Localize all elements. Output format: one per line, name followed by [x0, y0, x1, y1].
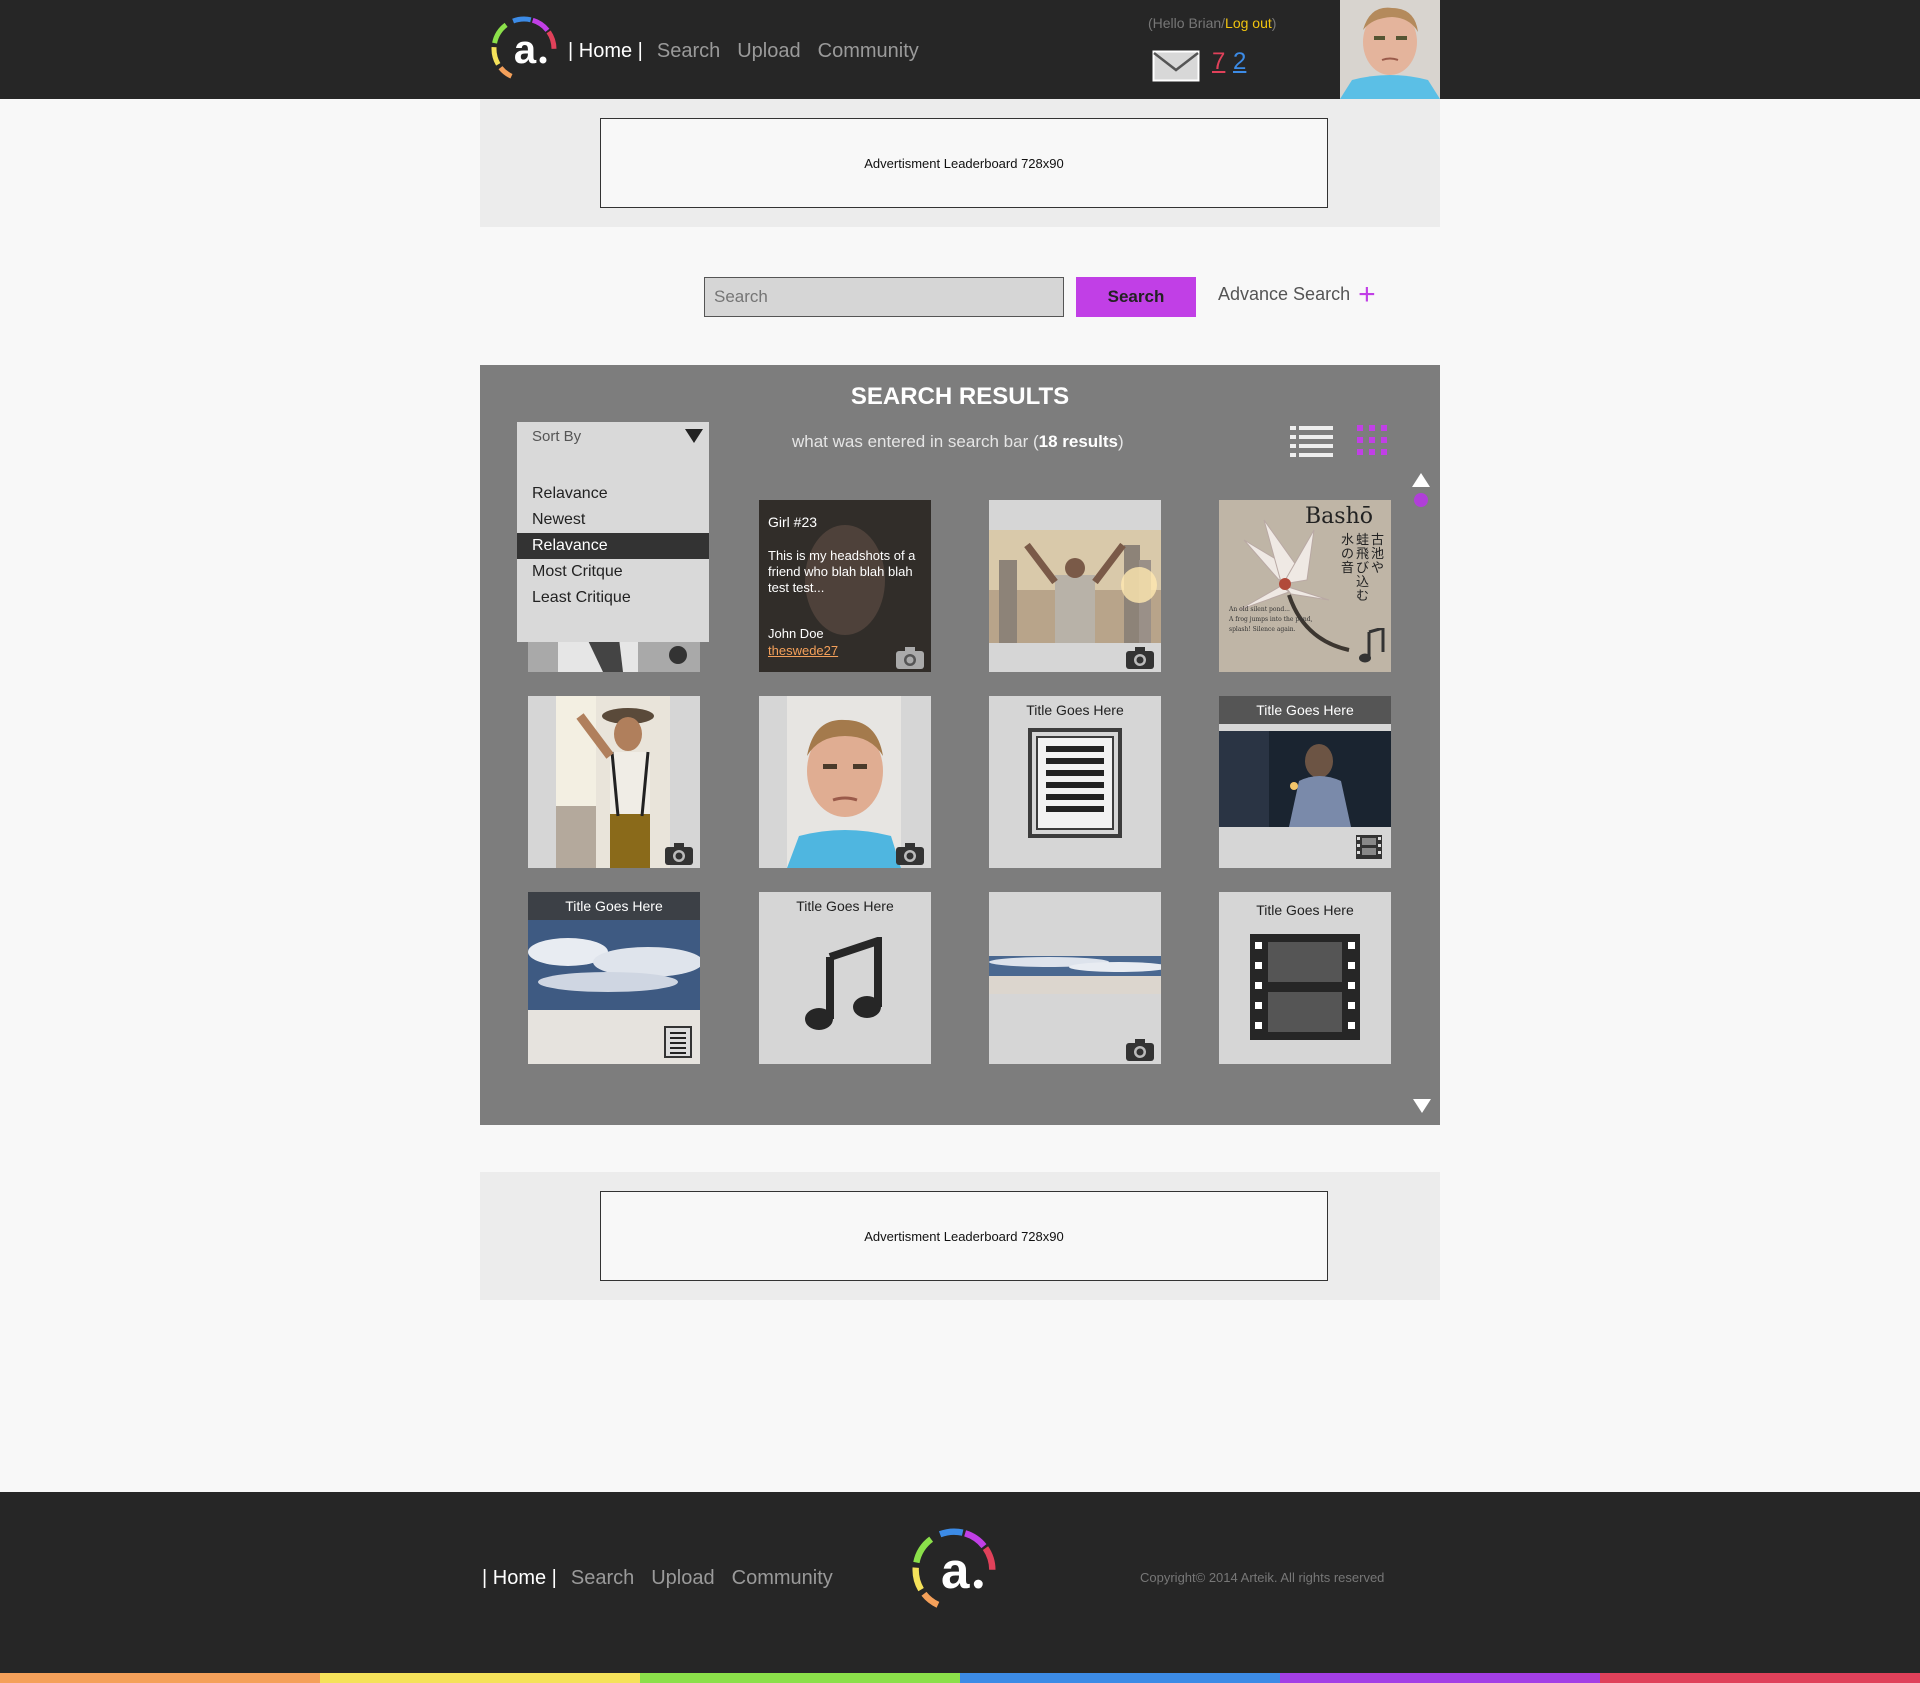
greeting-close: ): [1271, 15, 1277, 31]
tile-title: Title Goes Here: [1219, 696, 1391, 724]
color-stripe-yellow: [320, 1673, 640, 1683]
main-nav: | Home | Search Upload Community: [568, 40, 936, 63]
results-summary: what was entered in search bar (18 resul…: [792, 432, 1124, 452]
camera-icon: [1126, 1039, 1154, 1061]
tile-title: Title Goes Here: [1256, 902, 1354, 918]
search-button[interactable]: Search: [1076, 277, 1196, 317]
result-tile-photo-portrait[interactable]: [759, 696, 931, 868]
avatar[interactable]: [1340, 0, 1440, 99]
tile-title: Title Goes Here: [796, 898, 894, 914]
nav-upload[interactable]: Upload: [737, 40, 800, 63]
search-results-panel: SEARCH RESULTS what was entered in searc…: [480, 365, 1440, 1125]
footer-nav-community[interactable]: Community: [732, 1567, 833, 1590]
footer-nav-home[interactable]: | Home |: [482, 1567, 557, 1590]
basho-kanji-2: 蛙飛び込む: [1356, 533, 1370, 604]
sort-dropdown[interactable]: Sort By Relavance Newest Relavance Most …: [517, 422, 709, 642]
notification-count-blue[interactable]: 2: [1233, 48, 1246, 76]
list-view-icon[interactable]: [1290, 423, 1334, 457]
result-tile-basho-poem[interactable]: Bashō 古池や 蛙飛び込む 水の音 An old silent pond..…: [1219, 500, 1391, 672]
basho-english-2: A frog jumps into the pond,: [1229, 616, 1313, 623]
document-icon: [1028, 728, 1122, 838]
basho-english-1: An old silent pond...: [1229, 606, 1290, 613]
sort-dropdown-toggle[interactable]: Sort By: [517, 422, 709, 452]
envelope-icon[interactable]: [1152, 50, 1200, 82]
scroll-thumb[interactable]: [1414, 493, 1428, 507]
footer-nav: | Home | Search Upload Community: [482, 1567, 850, 1590]
result-tile-sky-document[interactable]: Title Goes Here: [528, 892, 700, 1064]
result-tile-photo-landscape[interactable]: [989, 892, 1161, 1064]
sort-option-most-critique[interactable]: Most Critque: [517, 559, 709, 585]
query-close: ): [1118, 432, 1124, 451]
svg-text:a: a: [514, 28, 537, 72]
tile-title: Title Goes Here: [528, 892, 700, 920]
result-tile-photo-suspenders[interactable]: [528, 696, 700, 868]
basho-kanji-1: 古池や: [1371, 533, 1385, 576]
camera-icon: [896, 647, 924, 669]
sort-option-relevance[interactable]: Relavance: [517, 481, 709, 507]
result-tile-film-dark[interactable]: Title Goes Here: [1219, 696, 1391, 868]
nav-search[interactable]: Search: [657, 40, 720, 63]
result-tile-video[interactable]: Title Goes Here: [1219, 892, 1391, 1064]
color-stripe-green: [640, 1673, 960, 1683]
hover-card-username[interactable]: theswede27: [768, 643, 838, 658]
footer-nav-upload[interactable]: Upload: [651, 1567, 714, 1590]
top-ad-band: Advertisment Leaderboard 728x90: [480, 99, 1440, 227]
basho-title: Bashō: [1305, 504, 1373, 529]
search-input[interactable]: [704, 277, 1064, 317]
document-small-icon: [664, 1026, 692, 1058]
query-text: what was entered in search bar (: [792, 432, 1039, 451]
bottom-ad-leaderboard[interactable]: Advertisment Leaderboard 728x90: [600, 1191, 1328, 1281]
user-greeting: (Hello Brian/Log out): [1148, 15, 1276, 31]
sort-option-newest[interactable]: Newest: [517, 507, 709, 533]
music-note-icon: [805, 937, 882, 1030]
color-stripe-red: [1600, 1673, 1920, 1683]
footer-nav-search[interactable]: Search: [571, 1567, 634, 1590]
hover-card-title: Girl #23: [768, 514, 818, 530]
result-tile-document[interactable]: Title Goes Here: [989, 696, 1161, 868]
result-tile-photo-city[interactable]: [989, 500, 1161, 672]
scroll-down-arrow-icon[interactable]: [1413, 1099, 1431, 1113]
basho-english-3: splash! Silence again.: [1229, 626, 1296, 633]
film-strip-icon: [1250, 934, 1360, 1040]
sort-option-least-critique[interactable]: Least Critique: [517, 585, 709, 611]
grid-view-icon[interactable]: [1355, 423, 1389, 457]
notification-count-red[interactable]: 7: [1212, 48, 1225, 76]
logout-link[interactable]: Log out: [1225, 15, 1272, 31]
top-header: a | Home | Search Upload Community (Hell…: [0, 0, 1920, 99]
plus-icon: +: [1358, 277, 1376, 311]
greeting-text: (Hello Brian/: [1148, 15, 1226, 31]
results-count: 18 results: [1038, 432, 1119, 451]
color-stripe-blue: [960, 1673, 1280, 1683]
top-ad-leaderboard[interactable]: Advertisment Leaderboard 728x90: [600, 118, 1328, 208]
camera-icon: [1126, 647, 1154, 669]
sort-option-relevance-selected[interactable]: Relavance: [517, 533, 709, 559]
camera-icon: [665, 843, 693, 865]
hover-card-description: This is my headshots of a friend who bla…: [768, 548, 916, 595]
bottom-ad-band: Advertisment Leaderboard 728x90: [480, 1172, 1440, 1300]
footer-logo-icon[interactable]: a: [908, 1524, 1000, 1616]
music-note-small-icon: [1359, 628, 1385, 663]
result-tile-music[interactable]: Title Goes Here: [759, 892, 931, 1064]
film-strip-small-icon: [1356, 835, 1382, 859]
svg-text:a: a: [941, 1542, 970, 1599]
caret-down-icon: [685, 429, 703, 443]
nav-community[interactable]: Community: [818, 40, 919, 63]
results-title: SEARCH RESULTS: [850, 383, 1070, 410]
basho-kanji-3: 水の音: [1341, 533, 1355, 576]
sort-label: Sort By: [532, 428, 582, 445]
color-stripe-purple: [1280, 1673, 1600, 1683]
advanced-search-link[interactable]: Advance Search +: [1218, 277, 1376, 311]
advanced-search-label: Advance Search: [1218, 284, 1351, 304]
result-tile-hover-card[interactable]: Girl #23 This is my headshots of a frien…: [759, 500, 931, 672]
color-stripe-orange: [0, 1673, 320, 1683]
camera-icon: [896, 843, 924, 865]
arteik-logo-icon[interactable]: a: [488, 13, 560, 85]
tile-title: Title Goes Here: [1026, 702, 1124, 718]
scroll-up-arrow-icon[interactable]: [1412, 473, 1430, 487]
footer: | Home | Search Upload Community a Copyr…: [0, 1492, 1920, 1683]
hover-card-author: John Doe: [768, 626, 824, 641]
nav-home[interactable]: | Home |: [568, 40, 643, 63]
copyright-text: Copyright© 2014 Arteik. All rights reser…: [1140, 1570, 1385, 1585]
